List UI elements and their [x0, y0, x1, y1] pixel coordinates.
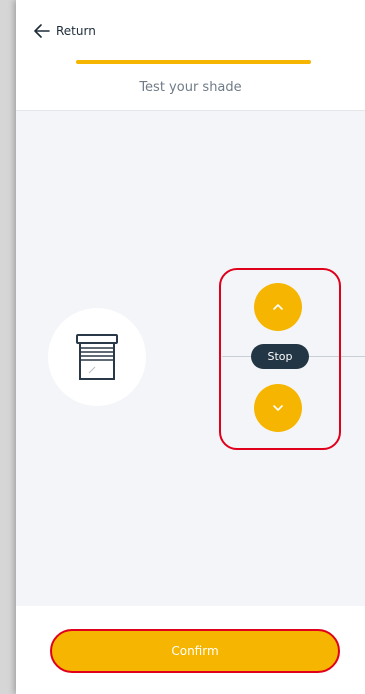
shade-test-screen: Return Test your shade Stop Confirm: [16, 0, 365, 694]
header: Return Test your shade: [16, 0, 365, 111]
return-button[interactable]: Return: [34, 24, 96, 38]
stop-button[interactable]: Stop: [251, 344, 309, 369]
arrow-left-icon: [34, 24, 50, 38]
progress-bar: [76, 60, 311, 64]
confirm-button[interactable]: Confirm: [50, 629, 340, 673]
page-title: Test your shade: [139, 80, 242, 95]
return-label: Return: [56, 24, 96, 38]
shade-device-tile: [48, 308, 146, 406]
shade-down-button[interactable]: [254, 384, 302, 432]
shade-up-button[interactable]: [254, 283, 302, 331]
